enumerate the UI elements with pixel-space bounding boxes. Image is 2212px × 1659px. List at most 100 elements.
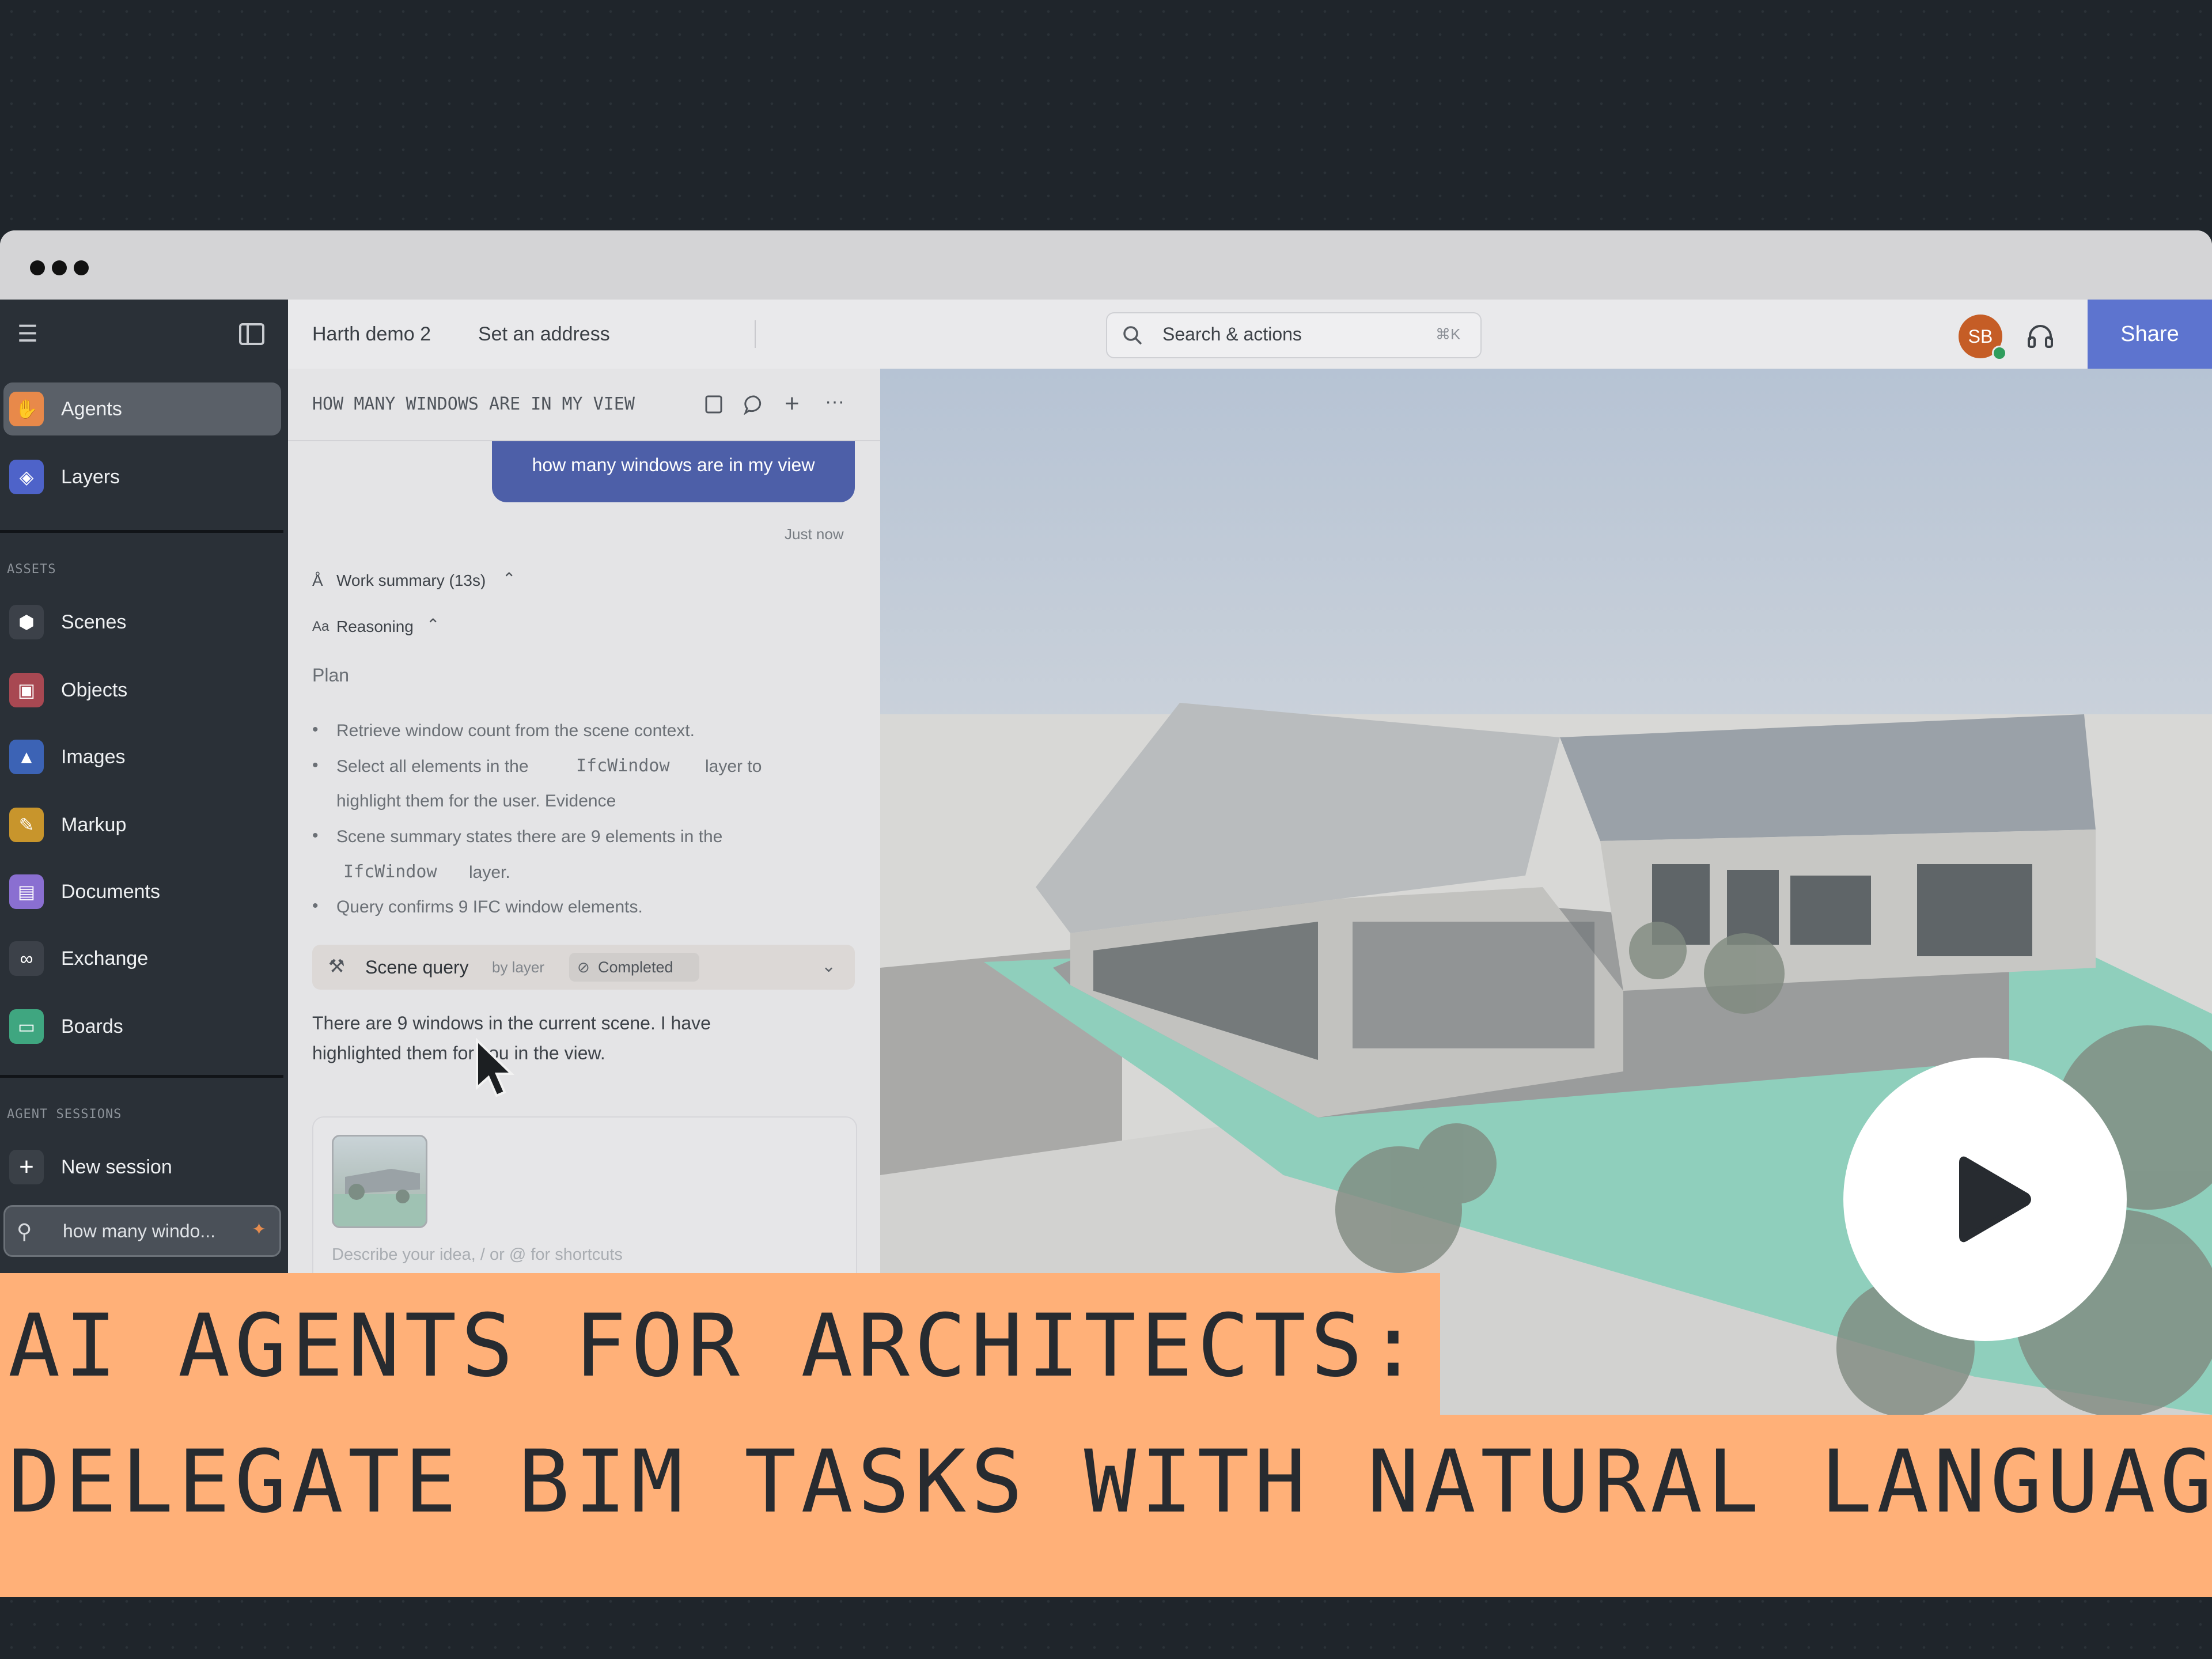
plan-line: Query confirms 9 IFC window elements. [336, 897, 643, 916]
plan-line: Retrieve window count from the scene con… [336, 721, 695, 740]
chair-icon: ▣ [9, 673, 44, 707]
mouse-cursor-icon [476, 1038, 514, 1097]
chat-title: HOW MANY WINDOWS ARE IN MY VIEW [312, 394, 635, 414]
sidebar-divider [0, 530, 283, 533]
top-header: Harth demo 2 Set an address Search & act… [288, 300, 2212, 370]
chevron-up-icon[interactable]: ⌃ [502, 569, 516, 588]
sidebar-item-label: Boards [61, 1016, 123, 1037]
plan-line: layer. [469, 863, 510, 882]
new-session-button[interactable]: + New session [3, 1141, 281, 1194]
document-icon: ▤ [9, 874, 44, 909]
project-name[interactable]: Harth demo 2 [312, 300, 431, 369]
banner-title: AI AGENTS FOR ARCHITECTS: [8, 1296, 1424, 1396]
agent-answer: highlighted them for you in the view. [312, 1043, 605, 1063]
agents-icon: ✋ [9, 392, 44, 426]
comment-icon[interactable] [743, 394, 765, 415]
sidebar-item-label: Objects [61, 679, 128, 701]
plus-icon[interactable]: + [785, 389, 800, 418]
hamburger-menu-icon[interactable]: ☰ [17, 323, 38, 346]
sidebar-item-agents[interactable]: ✋ Agents [3, 382, 281, 435]
header-divider [755, 320, 756, 348]
message-timestamp: Just now [785, 525, 844, 543]
sidebar-top: ☰ [0, 300, 288, 369]
sidebar-item-label: Images [61, 746, 126, 768]
agent-answer: There are 9 windows in the current scene… [312, 1013, 711, 1033]
sidebar-item-label: Layers [61, 466, 120, 488]
window-dot[interactable] [74, 260, 89, 275]
sidebar-item-scenes[interactable]: ⬢ Scenes [3, 596, 281, 649]
title-banner-line1: AI AGENTS FOR ARCHITECTS: [0, 1273, 1440, 1415]
banner-subtitle: DELEGATE BIM TASKS WITH NATURAL LANGUAGE [8, 1432, 2212, 1532]
search-icon [1123, 326, 1142, 345]
sidebar-item-layers[interactable]: ◈ Layers [3, 450, 281, 503]
plus-icon: + [9, 1150, 44, 1184]
bullet-icon: • [312, 720, 319, 739]
layer-code: IfcWindow [343, 862, 437, 882]
sidebar-item-label: Markup [61, 814, 127, 836]
3d-viewport[interactable] [880, 369, 2212, 1415]
plan-line: Select all elements in the [336, 757, 529, 776]
layer-code: IfcWindow [576, 756, 670, 776]
bullet-icon: • [312, 896, 319, 915]
app: ☰ ✋ Agents ◈ Layers ASSETS ⬢ Scenes ▣ Ob… [0, 300, 2212, 1415]
plan-line: layer to [705, 757, 762, 776]
agent-running-icon: ✦ [252, 1220, 267, 1239]
cube-icon: ⬢ [9, 605, 44, 639]
online-status-dot [1992, 346, 2007, 361]
sidebar-item-label: Scenes [61, 611, 127, 633]
sidebar-toggle-icon[interactable] [238, 323, 265, 346]
sidebar-item-boards[interactable]: ▭ Boards [3, 1000, 281, 1053]
plan-line: highlight them for the user. Evidence [336, 791, 616, 810]
agent-sessions-heading: AGENT SESSIONS [7, 1107, 122, 1122]
sidebar-item-objects[interactable]: ▣ Objects [3, 664, 281, 717]
search-bar[interactable]: Search & actions ⌘K [1106, 312, 1482, 358]
window-dot[interactable] [52, 260, 67, 275]
work-summary-toggle[interactable]: Work summary (13s) [336, 571, 486, 590]
window-titlebar [0, 230, 2212, 300]
agent-icon: Å [312, 571, 323, 589]
sidebar: ☰ ✋ Agents ◈ Layers ASSETS ⬢ Scenes ▣ Ob… [0, 300, 288, 1415]
reasoning-toggle[interactable]: Reasoning [336, 618, 414, 636]
user-message-bubble: how many windows are in my view [492, 441, 855, 502]
session-title: how many windo... [63, 1221, 216, 1241]
play-icon [1959, 1156, 2031, 1243]
scene-thumbnail[interactable] [332, 1135, 427, 1228]
prompt-placeholder: Describe your idea, / or @ for shortcuts [332, 1245, 623, 1264]
sidebar-item-label: Documents [61, 881, 160, 903]
check-icon: ⊘ [577, 959, 590, 976]
sidebar-item-exchange[interactable]: ∞ Exchange [3, 932, 281, 985]
search-shortcut: ⌘K [1435, 325, 1461, 343]
play-button[interactable] [1843, 1058, 2127, 1341]
window-dot[interactable] [30, 260, 45, 275]
sidebar-item-images[interactable]: ▲ Images [3, 730, 281, 783]
sidebar-item-markup[interactable]: ✎ Markup [3, 798, 281, 851]
link-icon: ∞ [9, 941, 44, 976]
share-button[interactable]: Share [2088, 300, 2212, 369]
new-session-label: New session [61, 1156, 172, 1178]
agent-chat-panel: HOW MANY WINDOWS ARE IN MY VIEW + ··· ho… [288, 369, 882, 1415]
address-field[interactable]: Set an address [478, 300, 610, 369]
title-banner-line2: DELEGATE BIM TASKS WITH NATURAL LANGUAGE [0, 1415, 2212, 1597]
tool-call-card[interactable]: ⚒ Scene query by layer ⊘ Completed ⌄ [312, 945, 855, 990]
image-icon: ▲ [9, 740, 44, 774]
headset-icon[interactable] [2025, 323, 2055, 350]
sidebar-item-label: Exchange [61, 948, 149, 969]
tool-sub: by layer [492, 959, 545, 976]
save-icon[interactable] [704, 394, 724, 415]
sidebar-divider [0, 1075, 283, 1078]
chevron-down-icon[interactable]: ⌄ [821, 956, 836, 976]
tool-name: Scene query [365, 957, 469, 978]
bullet-icon: • [312, 826, 319, 845]
bullet-icon: • [312, 756, 319, 775]
reasoning-icon: Aa [312, 619, 329, 634]
more-options-icon[interactable]: ··· [825, 391, 844, 413]
search-placeholder: Search & actions [1162, 324, 1302, 344]
plan-heading: Plan [312, 665, 350, 685]
chevron-up-icon[interactable]: ⌃ [426, 615, 440, 634]
board-icon: ▭ [9, 1009, 44, 1044]
wrench-icon: ⚒ [328, 956, 345, 976]
agent-icon: ⚲ [17, 1219, 32, 1243]
sidebar-item-documents[interactable]: ▤ Documents [3, 865, 281, 918]
session-item[interactable]: ⚲ how many windo... ✦ [3, 1205, 281, 1257]
markup-icon: ✎ [9, 808, 44, 842]
